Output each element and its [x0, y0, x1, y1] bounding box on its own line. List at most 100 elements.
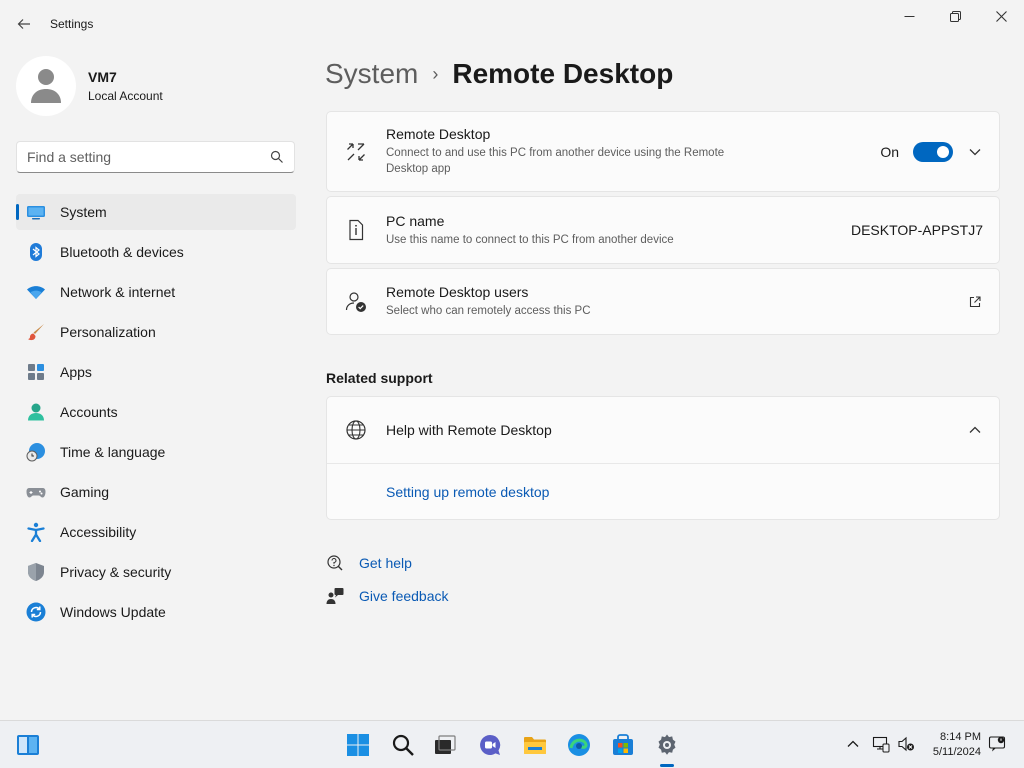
- pc-name-description: Use this name to connect to this PC from…: [386, 233, 674, 246]
- wifi-icon: [26, 282, 46, 302]
- remote-desktop-toggle[interactable]: [913, 141, 953, 162]
- user-profile[interactable]: VM7 Local Account: [16, 56, 163, 116]
- widgets-icon: [17, 735, 39, 755]
- sidebar-item-network[interactable]: Network & internet: [16, 274, 296, 310]
- remote-desktop-users-card[interactable]: Remote Desktop users Select who can remo…: [326, 268, 1000, 335]
- volume-tray-button[interactable]: [896, 734, 916, 754]
- file-explorer-button[interactable]: [522, 732, 548, 758]
- profile-account-type: Local Account: [88, 89, 163, 103]
- search-box[interactable]: [16, 141, 295, 173]
- related-support-heading: Related support: [326, 370, 433, 386]
- task-view-icon: [435, 735, 456, 754]
- sidebar-item-label: Bluetooth & devices: [60, 244, 184, 260]
- remote-desktop-card[interactable]: Remote Desktop Connect to and use this P…: [326, 111, 1000, 192]
- sidebar-item-apps[interactable]: Apps: [16, 354, 296, 390]
- restore-icon: [949, 10, 961, 22]
- support-links: Get help Give feedback: [326, 552, 449, 618]
- clock-globe-icon: [26, 442, 46, 462]
- minimize-icon: [904, 15, 914, 17]
- pc-name-value: DESKTOP-APPSTJ7: [850, 222, 983, 238]
- brush-icon: [26, 322, 46, 342]
- remote-desktop-title: Remote Desktop: [386, 126, 491, 142]
- widgets-button[interactable]: [15, 732, 41, 758]
- sidebar-item-label: Gaming: [60, 484, 110, 500]
- give-feedback-link[interactable]: Give feedback: [326, 585, 449, 607]
- clock-time: 8:14 PM: [940, 731, 981, 743]
- teams-chat-button[interactable]: [477, 732, 503, 758]
- sidebar-item-privacy-security[interactable]: Privacy & security: [16, 554, 296, 590]
- rd-users-title: Remote Desktop users: [386, 284, 529, 300]
- sidebar-item-label: Network & internet: [60, 284, 176, 300]
- taskbar: 8:14 PM 5/11/2024: [0, 720, 1024, 768]
- chat-icon: [480, 734, 501, 755]
- sidebar-item-system[interactable]: System: [16, 194, 296, 230]
- task-view-button[interactable]: [432, 732, 458, 758]
- sidebar-item-label: System: [60, 204, 107, 220]
- sidebar-item-label: Time & language: [60, 444, 166, 460]
- sidebar-item-time-language[interactable]: Time & language: [16, 434, 296, 470]
- feedback-icon: [326, 588, 344, 604]
- globe-icon: [345, 419, 367, 441]
- shield-icon: [26, 562, 46, 582]
- sidebar-item-personalization[interactable]: Personalization: [16, 314, 296, 350]
- chevron-down-icon[interactable]: [967, 144, 983, 160]
- search-icon[interactable]: [270, 150, 284, 164]
- pc-name-card: PC name Use this name to connect to this…: [326, 196, 1000, 264]
- title-bar: Settings: [0, 0, 1024, 48]
- breadcrumb: System › Remote Desktop: [325, 58, 673, 90]
- get-help-link[interactable]: Get help: [326, 552, 449, 574]
- sidebar-item-accessibility[interactable]: Accessibility: [16, 514, 296, 550]
- sidebar-item-bluetooth[interactable]: Bluetooth & devices: [16, 234, 296, 270]
- gear-icon: [658, 734, 676, 755]
- sidebar-item-windows-update[interactable]: Windows Update: [16, 594, 296, 630]
- gamepad-icon: [26, 482, 46, 502]
- sidebar-item-gaming[interactable]: Gaming: [16, 474, 296, 510]
- pc-name-title: PC name: [386, 212, 445, 229]
- folder-icon: [524, 737, 546, 754]
- store-icon: [613, 734, 633, 755]
- volume-muted-icon: [898, 736, 914, 752]
- help-title: Help with Remote Desktop: [386, 422, 552, 438]
- edge-browser-button[interactable]: [566, 732, 592, 758]
- sidebar-item-accounts[interactable]: Accounts: [16, 394, 296, 430]
- store-button[interactable]: [610, 732, 636, 758]
- bluetooth-icon: [26, 242, 46, 262]
- clock-date: 5/11/2024: [932, 746, 981, 758]
- chevron-up-icon[interactable]: [967, 422, 983, 438]
- sidebar-item-label: Accounts: [60, 404, 118, 420]
- app-title: Settings: [50, 17, 94, 31]
- show-hidden-icons-button[interactable]: [843, 734, 863, 754]
- accounts-icon: [26, 402, 46, 422]
- network-tray-button[interactable]: [871, 734, 891, 754]
- setting-up-remote-desktop-link[interactable]: Setting up remote desktop: [386, 484, 549, 500]
- start-button[interactable]: [345, 732, 371, 758]
- help-header[interactable]: Help with Remote Desktop: [327, 397, 999, 464]
- remote-desktop-icon: [345, 141, 367, 163]
- search-input[interactable]: [27, 149, 270, 165]
- notification-icon: [988, 736, 1006, 752]
- active-app-indicator: [660, 764, 674, 767]
- help-icon: [327, 555, 343, 571]
- chevron-up-icon: [847, 740, 859, 747]
- close-button[interactable]: [978, 0, 1024, 32]
- settings-taskbar-button[interactable]: [654, 732, 680, 758]
- users-check-icon: [345, 291, 367, 313]
- back-button[interactable]: [12, 12, 36, 36]
- accessibility-icon: [26, 522, 46, 542]
- network-icon: [872, 736, 890, 753]
- search-taskbar-button[interactable]: [390, 732, 416, 758]
- external-link-icon[interactable]: [967, 294, 983, 310]
- sidebar-item-label: Personalization: [60, 324, 156, 340]
- notifications-button[interactable]: [987, 734, 1007, 754]
- sidebar-item-label: Apps: [60, 364, 92, 380]
- give-feedback-label: Give feedback: [359, 588, 449, 604]
- breadcrumb-parent-system[interactable]: System: [325, 58, 418, 90]
- restore-button[interactable]: [932, 0, 978, 32]
- sidebar-item-label: Privacy & security: [60, 564, 172, 580]
- sidebar-nav: System Bluetooth & devices Network & int…: [16, 194, 296, 634]
- profile-name: VM7: [88, 69, 117, 85]
- minimize-button[interactable]: [886, 0, 932, 32]
- system-icon: [26, 202, 46, 222]
- edge-icon: [568, 734, 590, 756]
- taskbar-clock[interactable]: 8:14 PM 5/11/2024: [933, 730, 981, 760]
